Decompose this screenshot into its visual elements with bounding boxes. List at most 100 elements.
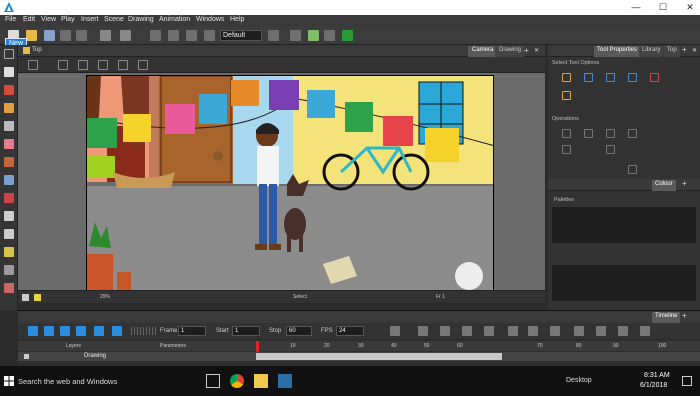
operation-icon-6[interactable] <box>606 145 615 154</box>
operation-icon-7[interactable] <box>628 165 637 174</box>
menu-edit[interactable]: Edit <box>23 16 35 23</box>
paint-bucket-icon[interactable] <box>4 157 14 167</box>
cut-icon[interactable] <box>150 30 161 41</box>
eraser-icon[interactable] <box>4 139 14 149</box>
layer-frames-bar[interactable] <box>256 353 502 360</box>
save-icon[interactable] <box>44 30 55 41</box>
loop-icon[interactable] <box>60 326 70 336</box>
timeline-tool-icon-3[interactable] <box>440 326 450 336</box>
stop-field[interactable]: 60 <box>286 326 312 336</box>
snap-align-icon[interactable] <box>628 73 637 82</box>
scene-save-icon[interactable] <box>60 30 71 41</box>
brush-properties-icon[interactable] <box>562 91 571 100</box>
workspace-preset-select[interactable]: Default <box>220 30 262 41</box>
menu-windows[interactable]: Windows <box>196 16 224 23</box>
tab-tool-properties[interactable]: Tool Properties <box>594 46 641 57</box>
line-tool-icon[interactable] <box>4 175 14 185</box>
close-button[interactable]: ✕ <box>683 1 697 14</box>
text-tool-icon[interactable] <box>4 121 14 131</box>
add-timeline-icon[interactable]: + <box>682 311 687 320</box>
eyedropper-icon[interactable] <box>4 193 14 203</box>
timeline-tool-icon-4[interactable] <box>462 326 472 336</box>
tab-drawing[interactable]: Drawing <box>495 46 526 57</box>
notification-icon[interactable] <box>682 376 692 386</box>
tab-camera[interactable]: Camera <box>468 46 498 57</box>
light-bulb-icon[interactable] <box>34 294 41 301</box>
harmony-green-icon[interactable] <box>342 30 353 41</box>
operation-icon-1[interactable] <box>562 129 571 138</box>
copy-icon[interactable] <box>168 30 179 41</box>
operation-icon-4[interactable] <box>628 129 637 138</box>
desktop-label[interactable]: Desktop <box>566 377 592 384</box>
palette-list[interactable] <box>552 207 696 243</box>
marquee-icon[interactable] <box>584 73 593 82</box>
zoom-icon[interactable] <box>4 229 14 239</box>
operation-icon-2[interactable] <box>584 129 593 138</box>
timeline-tool-icon-1[interactable] <box>390 326 400 336</box>
menu-drawing[interactable]: Drawing <box>128 16 154 23</box>
brush-icon[interactable] <box>4 85 14 95</box>
menu-play[interactable]: Play <box>61 16 75 23</box>
morph-icon[interactable] <box>4 283 14 293</box>
timeline-tool-icon-8[interactable] <box>550 326 560 336</box>
menu-file[interactable]: File <box>5 16 16 23</box>
file-explorer-icon[interactable] <box>254 374 268 388</box>
tab-timeline[interactable]: Timeline <box>652 312 681 323</box>
timeline-tool-icon-11[interactable] <box>618 326 628 336</box>
playback-speed-slider[interactable] <box>131 327 157 335</box>
harmony-taskbar-icon[interactable] <box>278 374 292 388</box>
timeline-tool-icon-9[interactable] <box>574 326 584 336</box>
paste-icon[interactable] <box>186 30 197 41</box>
sound-icon[interactable] <box>94 326 104 336</box>
next-frame-icon[interactable] <box>112 326 122 336</box>
camera-icon[interactable] <box>98 60 108 70</box>
preset-save-icon[interactable] <box>268 30 279 41</box>
chrome-icon[interactable] <box>230 374 244 388</box>
menu-help[interactable]: Help <box>230 16 244 23</box>
taskbar-search[interactable]: Search the web and Windows <box>18 377 117 386</box>
fps-field[interactable]: 24 <box>336 326 364 336</box>
undo-icon[interactable] <box>100 30 111 41</box>
stop-icon[interactable] <box>44 326 54 336</box>
workspace-icon-1[interactable] <box>290 30 301 41</box>
transform-icon[interactable] <box>4 247 14 257</box>
redo-icon[interactable] <box>120 30 131 41</box>
lasso-icon[interactable] <box>562 73 571 82</box>
tab-colour[interactable]: Colour <box>652 180 676 191</box>
play-icon[interactable] <box>28 326 38 336</box>
light-table-icon[interactable] <box>118 60 128 70</box>
bone-icon[interactable] <box>4 265 14 275</box>
add-panel-icon[interactable]: + <box>682 45 687 54</box>
start-field[interactable]: 1 <box>232 326 260 336</box>
onion-skin-toggle-icon[interactable] <box>22 294 29 301</box>
tab-library[interactable]: Library <box>639 46 664 57</box>
windows-logo-icon[interactable] <box>4 376 14 386</box>
menu-animation[interactable]: Animation <box>159 16 190 23</box>
pencil-icon[interactable] <box>4 103 14 113</box>
onion-skin-icon[interactable] <box>78 60 88 70</box>
task-view-icon[interactable] <box>206 374 220 388</box>
timeline-tool-icon-10[interactable] <box>596 326 606 336</box>
clock-time[interactable]: 8:31 AM <box>644 372 670 379</box>
delete-icon[interactable] <box>204 30 215 41</box>
add-colour-panel-icon[interactable]: + <box>682 179 687 188</box>
arrow-select-icon[interactable] <box>4 49 14 59</box>
camera-view[interactable] <box>18 73 545 291</box>
timeline-tool-icon-7[interactable] <box>528 326 538 336</box>
scene-frame[interactable] <box>86 75 494 291</box>
timeline-tool-icon-2[interactable] <box>418 326 428 336</box>
menu-scene[interactable]: Scene <box>104 16 124 23</box>
select-icon[interactable] <box>4 67 14 77</box>
workspace-icon-3[interactable] <box>324 30 335 41</box>
grid-icon[interactable] <box>28 60 38 70</box>
operation-icon-3[interactable] <box>606 129 615 138</box>
close-panel-icon[interactable]: ✕ <box>692 47 697 54</box>
snap-icon[interactable] <box>606 73 615 82</box>
prev-frame-icon[interactable] <box>76 326 86 336</box>
timeline-tool-icon-5[interactable] <box>484 326 494 336</box>
tab-top[interactable]: Top <box>664 46 680 57</box>
clock-date[interactable]: 6/1/2018 <box>640 382 667 389</box>
close-view-icon[interactable]: ✕ <box>534 47 539 54</box>
timeline-tool-icon-12[interactable] <box>640 326 650 336</box>
reset-view-icon[interactable] <box>58 60 68 70</box>
